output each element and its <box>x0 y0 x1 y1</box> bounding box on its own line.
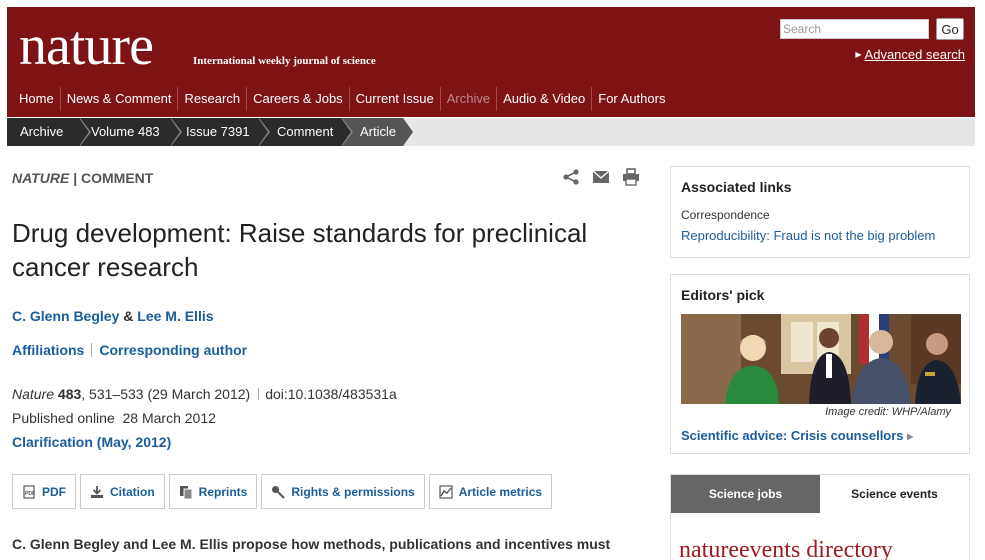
article-tools: PDF PDF Citation Reprints Rights & permi… <box>12 474 553 509</box>
reprints-label: Reprints <box>198 484 248 499</box>
journal-name: NATURE <box>12 170 70 186</box>
editors-pick-panel: Editors' pick Image credit: WHP/Alamy Sc… <box>670 274 970 454</box>
affiliations-link[interactable]: Affiliations <box>12 342 84 358</box>
nav-news-comment[interactable]: News & Comment <box>59 87 178 111</box>
link-divider <box>91 343 93 357</box>
science-jobs-events-panel: Science jobs Science events natureevents… <box>670 474 970 560</box>
pdf-label: PDF <box>42 484 66 499</box>
nav-audio-video[interactable]: Audio & Video <box>496 87 591 111</box>
editors-pick-heading: Editors' pick <box>681 287 765 303</box>
article-standfirst: C. Glenn Begley and Lee M. Ellis propose… <box>12 536 611 552</box>
nav-research[interactable]: Research <box>177 87 246 111</box>
author-begley[interactable]: C. Glenn Begley <box>12 308 119 324</box>
clarification-link[interactable]: Clarification (May, 2012) <box>12 434 171 450</box>
citation-volume: 483 <box>57 386 82 402</box>
affiliation-links: Affiliations Corresponding author <box>12 342 247 358</box>
citation-button[interactable]: Citation <box>80 474 165 509</box>
breadcrumb: Archive Volume 483 Issue 7391 Comment Ar… <box>7 118 975 146</box>
svg-text:PDF: PDF <box>25 491 35 497</box>
article-title: Drug development: Raise standards for pr… <box>12 218 588 282</box>
section-divider: | <box>73 170 81 186</box>
nav-archive[interactable]: Archive <box>439 87 496 111</box>
site-header: nature International weekly journal of s… <box>7 7 975 117</box>
pdf-icon: PDF <box>23 484 35 499</box>
share-tools <box>562 168 640 186</box>
tab-science-events[interactable]: Science events <box>820 475 969 513</box>
reproducibility-link[interactable]: Reproducibility: Fraud is not the big pr… <box>681 228 935 243</box>
section-label: NATURE | COMMENT <box>12 170 153 186</box>
crisis-counsellors-link[interactable]: Scientific advice: Crisis counsellors ▶ <box>681 428 913 443</box>
breadcrumb-archive[interactable]: Archive <box>7 118 91 146</box>
share-icon[interactable] <box>562 168 580 186</box>
reprints-button[interactable]: Reprints <box>168 474 258 509</box>
rights-label: Rights & permissions <box>291 484 415 499</box>
events-logo-events: events directory <box>738 537 893 560</box>
tagline: International weekly journal of science <box>193 55 376 67</box>
breadcrumb-issue[interactable]: Issue 7391 <box>170 118 270 146</box>
tab-science-jobs[interactable]: Science jobs <box>671 475 820 513</box>
nav-current-issue[interactable]: Current Issue <box>348 87 440 111</box>
nature-logo[interactable]: nature <box>19 11 154 81</box>
section-name: COMMENT <box>81 170 154 186</box>
article-metrics-button[interactable]: Article metrics <box>428 474 553 509</box>
citation-journal: Nature <box>12 386 55 402</box>
author-list: C. Glenn Begley & Lee M. Ellis <box>12 308 214 324</box>
go-button[interactable]: Go <box>936 18 964 40</box>
breadcrumb-comment[interactable]: Comment <box>258 118 353 146</box>
metrics-icon <box>439 484 453 499</box>
main-nav: Home News & Comment Research Careers & J… <box>13 87 671 111</box>
rights-permissions-button[interactable]: Rights & permissions <box>261 474 425 509</box>
author-and: & <box>123 308 134 324</box>
jobs-events-tabs: Science jobs Science events <box>671 475 969 513</box>
nav-careers-jobs[interactable]: Careers & Jobs <box>246 87 349 111</box>
crisis-counsellors-label: Scientific advice: Crisis counsellors <box>681 428 904 443</box>
download-icon <box>91 485 103 498</box>
reprints-icon <box>179 485 193 499</box>
search-input[interactable] <box>780 19 929 39</box>
associated-links-heading: Associated links <box>681 179 792 195</box>
associated-links-panel: Associated links Correspondence Reproduc… <box>670 166 970 258</box>
author-ellis[interactable]: Lee M. Ellis <box>137 308 213 324</box>
nav-home[interactable]: Home <box>13 87 60 111</box>
editors-pick-photo[interactable] <box>681 314 961 404</box>
email-icon[interactable] <box>592 168 610 186</box>
advanced-search-label: Advanced search <box>864 47 965 62</box>
citation-doi: doi:10.1038/483531a <box>265 386 397 402</box>
associated-links-subheading: Correspondence <box>681 208 770 222</box>
nav-for-authors[interactable]: For Authors <box>591 87 671 111</box>
breadcrumb-volume[interactable]: Volume 483 <box>79 118 182 146</box>
published-date: Published online 28 March 2012 <box>12 410 216 426</box>
citation-pages: , 531–533 <box>81 386 144 402</box>
events-logo-nature: nature <box>679 537 739 560</box>
triangle-right-icon: ▶ <box>907 432 914 441</box>
triangle-right-icon: ▶ <box>855 50 862 59</box>
citation-line: Nature 483, 531–533 (29 March 2012) doi:1… <box>12 386 397 402</box>
nature-events-directory-logo[interactable]: natureevents directory <box>679 537 893 560</box>
image-credit: Image credit: WHP/Alamy <box>825 406 951 418</box>
print-icon[interactable] <box>622 168 640 186</box>
citation-date: (29 March 2012) <box>147 386 251 402</box>
metrics-label: Article metrics <box>458 484 543 499</box>
key-icon <box>272 485 286 499</box>
corresponding-author-link[interactable]: Corresponding author <box>99 342 247 358</box>
advanced-search-link[interactable]: ▶ Advanced search <box>855 47 965 62</box>
citation-label: Citation <box>110 484 155 499</box>
pdf-button[interactable]: PDF PDF <box>12 474 76 509</box>
